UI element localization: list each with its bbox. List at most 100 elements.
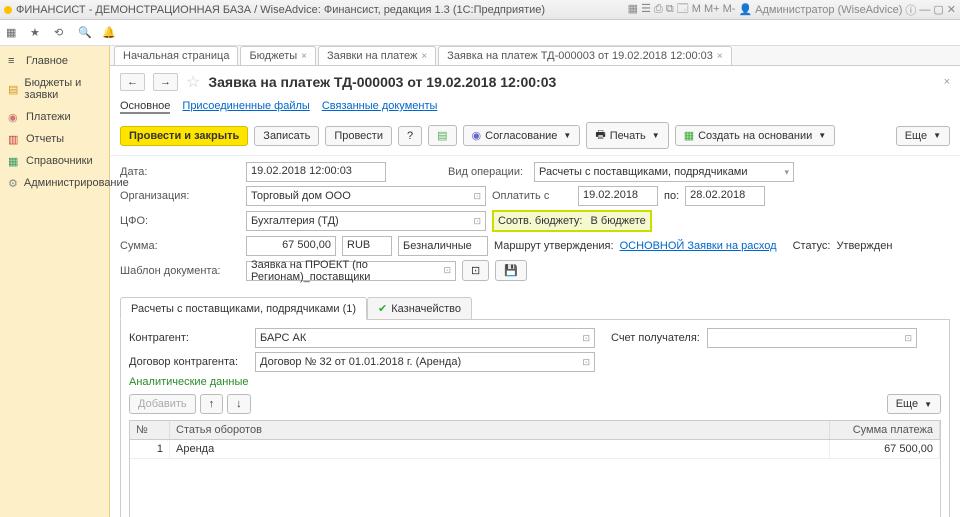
history-icon[interactable]: ⟲ <box>54 26 68 40</box>
minimize-icon[interactable]: — <box>919 4 930 16</box>
tpl-select[interactable]: Заявка на ПРОЕКТ (по Регионам)_поставщик… <box>246 261 456 281</box>
agree-button[interactable]: ◉Согласование▼ <box>463 125 581 146</box>
dog-label: Договор контрагента: <box>129 356 249 368</box>
tpl-open-button[interactable]: ⊡ <box>462 260 489 281</box>
analytics-table: № Статья оборотов Сумма платежа 1 Аренда… <box>129 420 941 517</box>
post-button[interactable]: Провести <box>325 126 392 146</box>
sum-input[interactable]: 67 500,00 <box>246 236 336 256</box>
report-button[interactable]: ▤ <box>428 125 456 146</box>
titlebar-right: ▦ ☰ ⎙ ⧉ 🗔 M M+ M- 👤 Администратор (WiseA… <box>628 0 956 19</box>
page-header: ← → ☆ Заявка на платеж ТД-000003 от 19.0… <box>110 66 960 98</box>
save-button[interactable]: Записать <box>254 126 319 146</box>
route-label: Маршрут утверждения: <box>494 240 614 252</box>
app-icon <box>4 6 12 14</box>
bell-icon[interactable]: 🔔 <box>102 26 116 40</box>
titlebar-text: ФИНАНСИСТ - ДЕМОНСТРАЦИОННАЯ БАЗА / Wise… <box>16 4 545 16</box>
acc-label: Счет получателя: <box>611 332 701 344</box>
cfo-label: ЦФО: <box>120 215 240 227</box>
sidebar-item-budgets[interactable]: ▤Бюджеты и заявки <box>0 72 109 106</box>
create-based-button[interactable]: ▦Создать на основании▼ <box>675 125 835 146</box>
star-icon[interactable]: ★ <box>30 26 44 40</box>
sidebar-item-main[interactable]: ≡Главное <box>0 50 109 72</box>
op-label: Вид операции: <box>448 166 528 178</box>
sidebar-item-admin[interactable]: ⚙Администрирование <box>0 172 109 194</box>
doc-icon: ▦ <box>684 129 694 142</box>
table-header: № Статья оборотов Сумма платежа <box>130 421 940 440</box>
sidebar-item-payments[interactable]: ◉Платежи <box>0 106 109 128</box>
sidebar-item-refs[interactable]: ▦Справочники <box>0 150 109 172</box>
currency-input[interactable]: RUB <box>342 236 392 256</box>
budget-value: В бюджете <box>591 215 646 227</box>
more-button[interactable]: Еще▼ <box>896 126 950 146</box>
tab-close-icon[interactable]: × <box>717 51 723 62</box>
payfrom-label: Оплатить с <box>492 190 572 202</box>
nav-forward[interactable]: → <box>153 73 178 91</box>
dog-select[interactable]: Договор № 32 от 01.01.2018 г. (Аренда)⊡ <box>255 352 595 372</box>
subnav-files[interactable]: Присоединенные файлы <box>182 100 309 114</box>
col-sum: Сумма платежа <box>830 421 940 439</box>
tab-home[interactable]: Начальная страница <box>114 46 238 65</box>
print-button[interactable]: 🖶Печать▼ <box>586 122 668 149</box>
tab-close-icon[interactable]: × <box>301 51 307 62</box>
tab-budgets[interactable]: Бюджеты× <box>240 46 316 65</box>
gear-icon: ⚙ <box>8 177 18 189</box>
budget-highlight: Соотв. бюджету: В бюджете <box>492 210 652 232</box>
up-button[interactable]: ↑ <box>200 394 224 414</box>
close-icon[interactable]: ✕ <box>947 3 956 16</box>
inner-tab-treasury[interactable]: ✔Казначейство <box>367 297 472 320</box>
form: Дата: 19.02.2018 12:00:03 Вид операции: … <box>110 156 960 291</box>
tab-close-icon[interactable]: × <box>421 51 427 62</box>
route-link[interactable]: ОСНОВНОЙ Заявки на расход <box>620 240 777 252</box>
payto-input[interactable]: 28.02.2018 <box>685 186 765 206</box>
op-select[interactable]: Расчеты с поставщиками, подрядчиками▾ <box>534 162 794 182</box>
nav-back[interactable]: ← <box>120 73 145 91</box>
search-icon[interactable]: 🔍 <box>78 26 92 40</box>
analytics-header: Аналитические данные <box>129 376 941 388</box>
cell-article: Аренда <box>170 440 830 458</box>
col-article: Статья оборотов <box>170 421 830 439</box>
subnav: Основное Присоединенные файлы Связанные … <box>110 98 960 116</box>
coins-icon: ◉ <box>8 111 20 123</box>
acc-select[interactable]: ⊡ <box>707 328 917 348</box>
inner-tabs: Расчеты с поставщиками, подрядчиками (1)… <box>120 297 950 320</box>
favorite-icon[interactable]: ☆ <box>186 72 200 92</box>
status-value: Утвержден <box>836 240 892 252</box>
ctr-label: Контрагент: <box>129 332 249 344</box>
payfrom-input[interactable]: 19.02.2018 <box>578 186 658 206</box>
apps-icon[interactable]: ▦ <box>6 26 20 40</box>
date-input[interactable]: 19.02.2018 12:00:03 <box>246 162 386 182</box>
add-button[interactable]: Добавить <box>129 394 196 414</box>
col-num: № <box>130 421 170 439</box>
ctr-select[interactable]: БАРС АК⊡ <box>255 328 595 348</box>
sidebar: ≡Главное ▤Бюджеты и заявки ◉Платежи ▥Отч… <box>0 46 110 517</box>
tabs: Начальная страница Бюджеты× Заявки на пл… <box>110 46 960 66</box>
maximize-icon[interactable]: ▢ <box>933 3 943 16</box>
books-icon: ▦ <box>8 155 20 167</box>
main-toolbar: ▦ ★ ⟲ 🔍 🔔 <box>0 20 960 46</box>
tpl-label: Шаблон документа: <box>120 265 240 277</box>
table-row[interactable]: 1 Аренда 67 500,00 <box>130 440 940 459</box>
payto-label: по: <box>664 190 679 202</box>
budget-label: Соотв. бюджету: <box>498 215 583 227</box>
page-close-icon[interactable]: × <box>944 76 950 88</box>
sidebar-item-reports[interactable]: ▥Отчеты <box>0 128 109 150</box>
status-label: Статус: <box>793 240 831 252</box>
tpl-save-button[interactable]: 💾 <box>495 260 527 281</box>
post-close-button[interactable]: Провести и закрыть <box>120 126 248 146</box>
info-icon[interactable]: ⓘ <box>905 2 916 18</box>
table-more-button[interactable]: Еще▼ <box>887 394 941 414</box>
inner-tab-settlements[interactable]: Расчеты с поставщиками, подрядчиками (1) <box>120 297 367 320</box>
subnav-linked[interactable]: Связанные документы <box>322 100 438 114</box>
org-select[interactable]: Торговый дом ООО⊡ <box>246 186 486 206</box>
down-button[interactable]: ↓ <box>227 394 251 414</box>
tab-requests[interactable]: Заявки на платеж× <box>318 46 436 65</box>
date-label: Дата: <box>120 166 240 178</box>
button-bar: Провести и закрыть Записать Провести ? ▤… <box>110 116 960 156</box>
check-icon: ◉ <box>472 129 482 142</box>
titlebar-icons: ▦ ☰ ⎙ ⧉ 🗔 M M+ M- <box>628 0 736 19</box>
subnav-main[interactable]: Основное <box>120 100 170 114</box>
help-button[interactable]: ? <box>398 126 422 146</box>
cfo-select[interactable]: Бухгалтерия (ТД)⊡ <box>246 211 486 231</box>
tab-current[interactable]: Заявка на платеж ТД-000003 от 19.02.2018… <box>438 46 732 65</box>
cash-select[interactable]: Безналичные <box>398 236 488 256</box>
